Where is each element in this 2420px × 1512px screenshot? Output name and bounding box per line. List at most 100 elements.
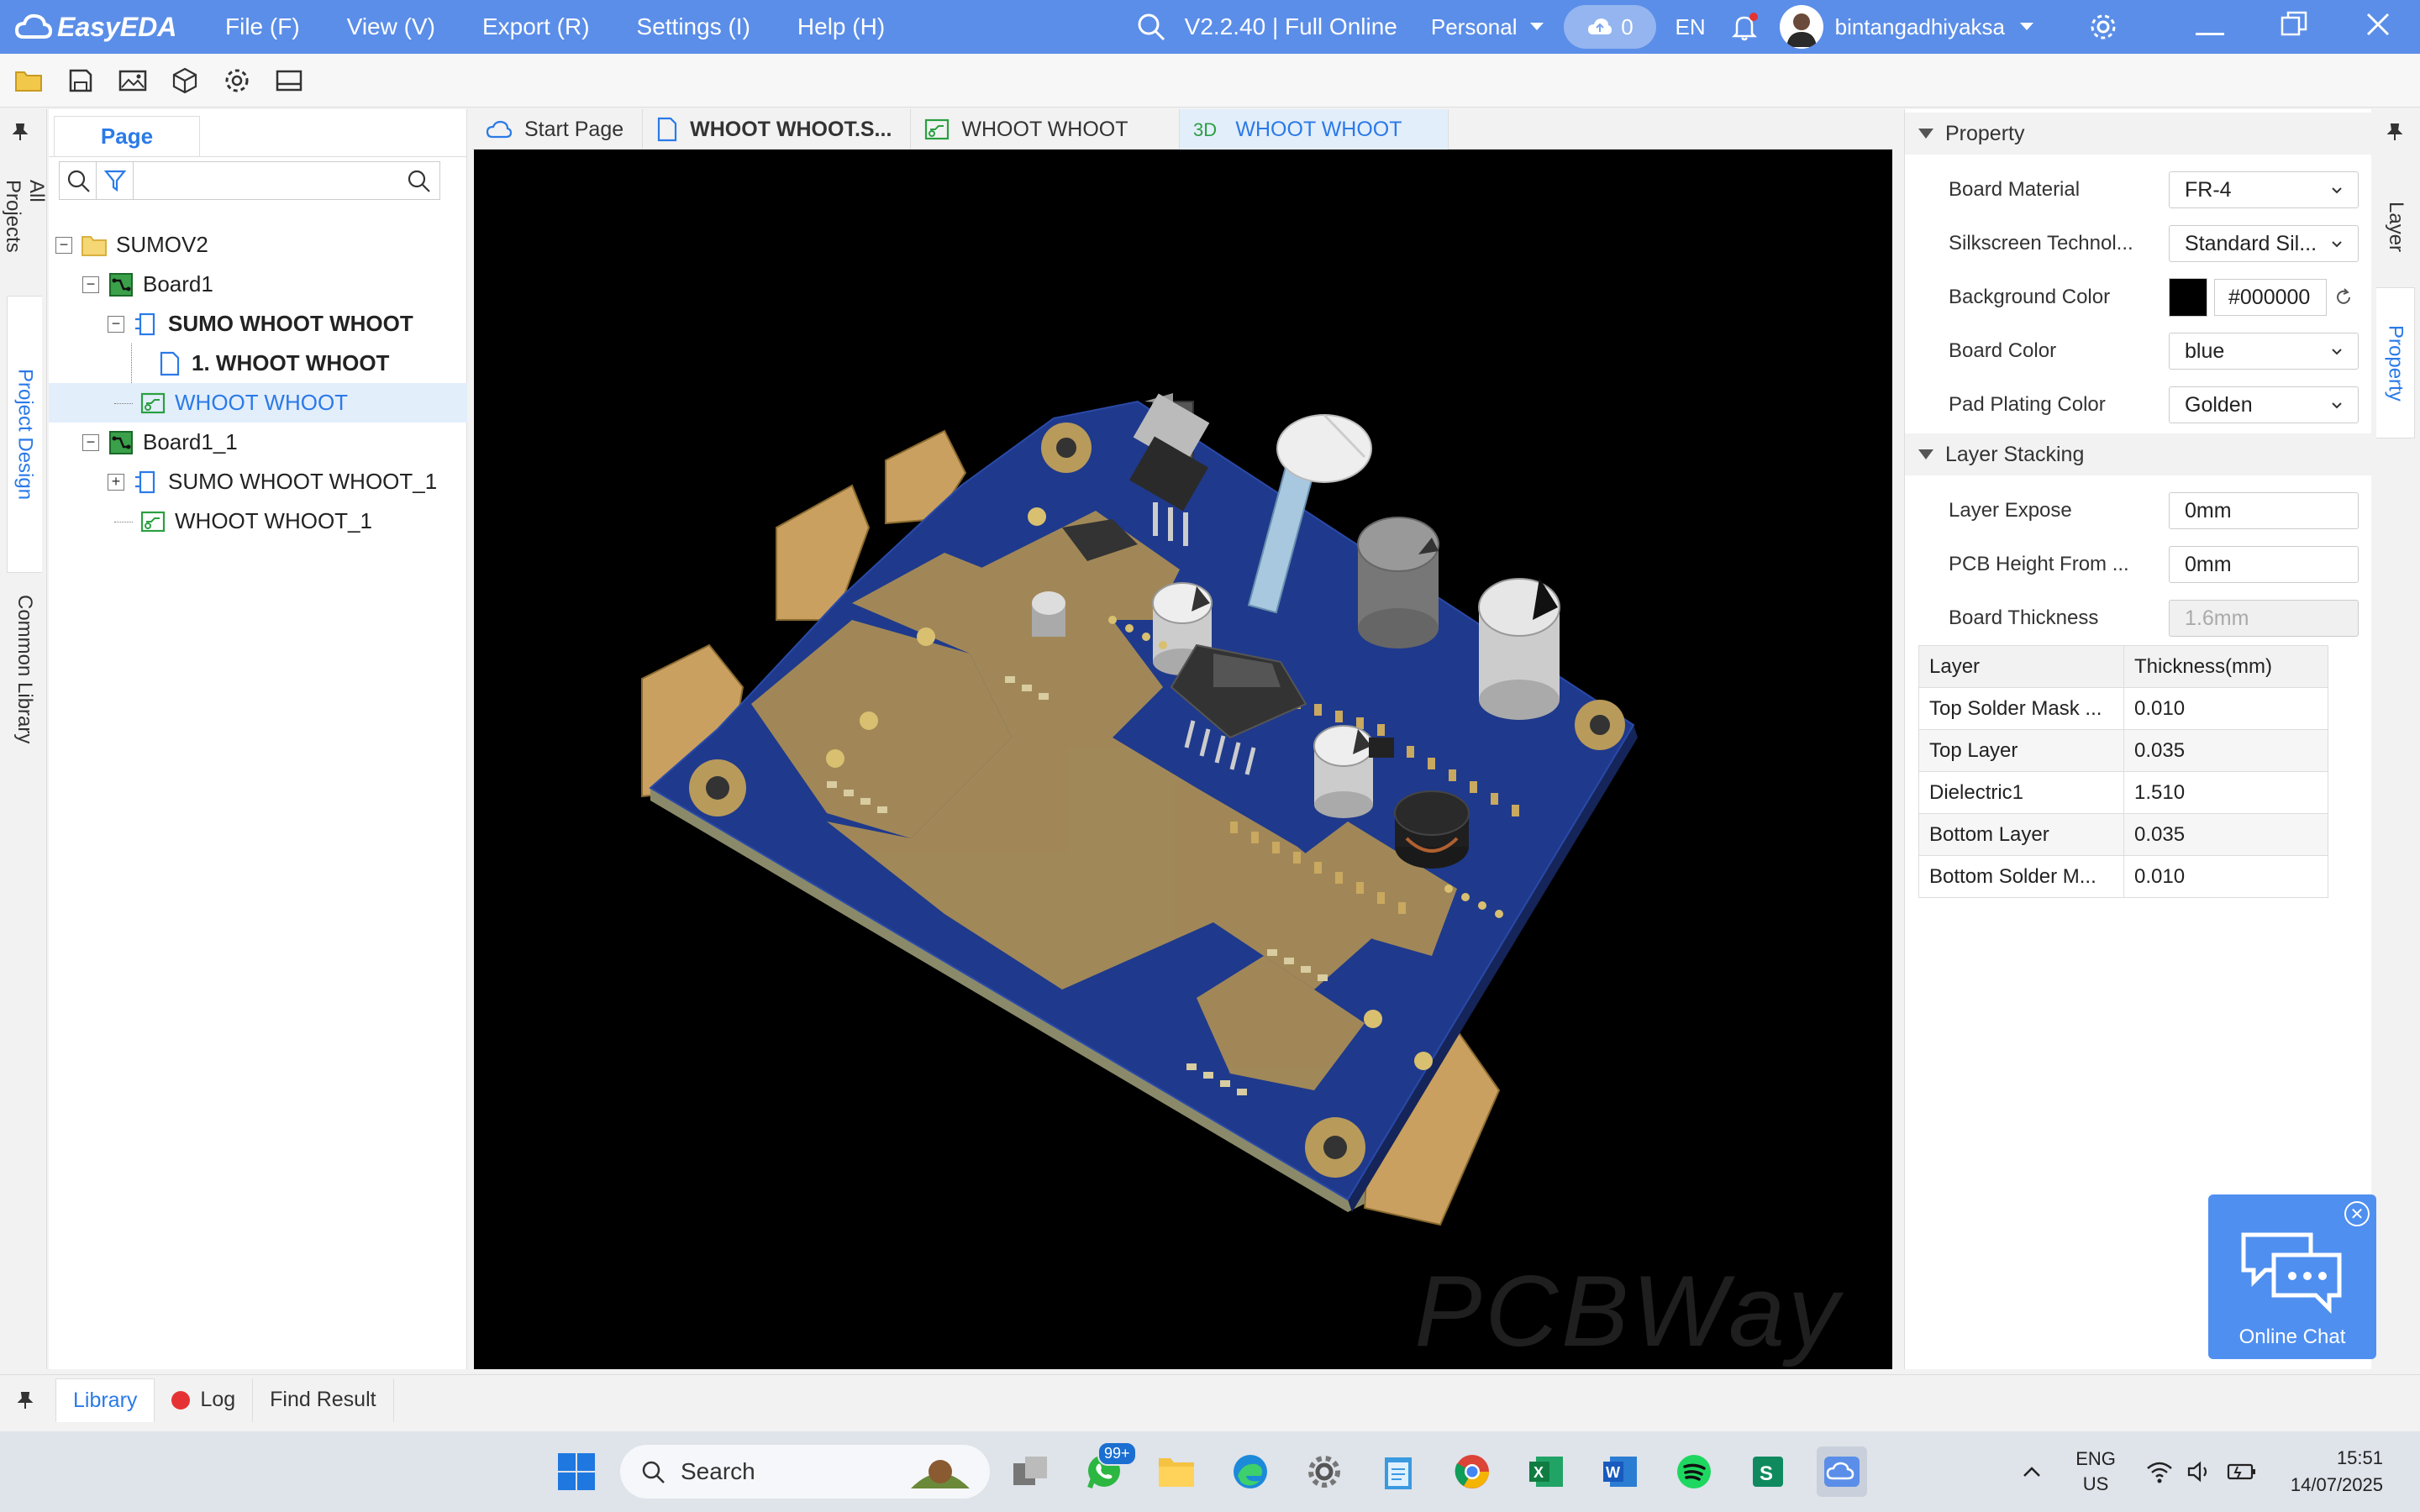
silkscreen-select[interactable]: Standard Sil... bbox=[2169, 225, 2359, 262]
language-switch[interactable]: EN bbox=[1675, 14, 1705, 40]
tab-pcb[interactable]: WHOOT WHOOT bbox=[911, 109, 1181, 150]
wifi-icon[interactable] bbox=[2146, 1460, 2173, 1483]
tab-project-design[interactable]: Project Design bbox=[7, 296, 42, 573]
tab-start-page[interactable]: Start Page bbox=[472, 109, 644, 150]
settings-gear-icon[interactable] bbox=[2089, 13, 2118, 41]
tab-3d-view[interactable]: 3D WHOOT WHOOT bbox=[1180, 109, 1449, 150]
board-thickness-input: 1.6mm bbox=[2169, 600, 2359, 637]
username[interactable]: bintangadhiyaksa bbox=[1835, 14, 2005, 40]
tab-schematic[interactable]: WHOOT WHOOT.S... bbox=[643, 109, 912, 150]
notification-bell-icon[interactable] bbox=[1729, 12, 1760, 42]
task-view-button[interactable] bbox=[1005, 1446, 1055, 1497]
menu-file[interactable]: File (F) bbox=[225, 13, 300, 40]
layer-name: Dielectric1 bbox=[1918, 771, 2124, 814]
excel-button[interactable]: X bbox=[1521, 1446, 1571, 1497]
restore-button[interactable] bbox=[2252, 11, 2336, 44]
table-row[interactable]: Bottom Layer 0.035 bbox=[1918, 813, 2328, 856]
collapse-triangle-icon bbox=[1918, 449, 1933, 459]
tab-find-result[interactable]: Find Result bbox=[253, 1378, 394, 1422]
tree-item-sumo-whoot-whoot-1[interactable]: + SUMO WHOOT WHOOT_1 bbox=[49, 462, 467, 501]
start-button[interactable] bbox=[551, 1446, 602, 1497]
board-color-select[interactable]: blue bbox=[2169, 333, 2359, 370]
easyeda-taskbar-button[interactable] bbox=[1817, 1446, 1867, 1497]
menu-settings[interactable]: Settings (I) bbox=[637, 13, 750, 40]
pin-icon[interactable] bbox=[2386, 123, 2403, 141]
open-folder-button[interactable] bbox=[10, 62, 47, 99]
chevron-up-icon[interactable] bbox=[2022, 1465, 2042, 1478]
tab-log[interactable]: Log bbox=[155, 1378, 254, 1422]
collapse-toggle[interactable]: − bbox=[55, 236, 72, 254]
table-row[interactable]: Dielectric1 1.510 bbox=[1918, 771, 2328, 814]
tab-page[interactable]: Page bbox=[54, 116, 200, 156]
tree-search-input[interactable] bbox=[134, 164, 406, 197]
menu-help[interactable]: Help (H) bbox=[797, 13, 885, 40]
section-layer-stacking[interactable]: Layer Stacking bbox=[1905, 433, 2371, 475]
image-icon bbox=[118, 70, 147, 91]
board-material-select[interactable]: FR-4 bbox=[2169, 171, 2359, 208]
pcb-height-input[interactable]: 0mm bbox=[2169, 546, 2359, 583]
pin-icon[interactable] bbox=[17, 1391, 34, 1410]
tab-common-library[interactable]: Common Library bbox=[7, 581, 42, 758]
word-button[interactable]: W bbox=[1595, 1446, 1645, 1497]
chrome-button[interactable] bbox=[1447, 1446, 1497, 1497]
close-button[interactable] bbox=[2336, 11, 2420, 44]
bottom-panel-toggle-button[interactable] bbox=[271, 62, 308, 99]
cloud-sync-button[interactable]: 0 bbox=[1564, 5, 1657, 49]
notepad-button[interactable] bbox=[1373, 1446, 1423, 1497]
tree-item-board1[interactable]: − Board1 bbox=[49, 265, 467, 304]
tree-item-whoot-whoot-pcb[interactable]: WHOOT WHOOT bbox=[49, 383, 467, 423]
chat-close-icon[interactable]: ✕ bbox=[2344, 1201, 2370, 1226]
layer-expose-input[interactable]: 0mm bbox=[2169, 492, 2359, 529]
section-property[interactable]: Property bbox=[1905, 113, 2371, 155]
whatsapp-button[interactable]: 99+ bbox=[1079, 1441, 1137, 1497]
collapse-toggle[interactable]: − bbox=[82, 276, 99, 293]
avatar[interactable] bbox=[1779, 5, 1823, 49]
tree-item-1-whoot-whoot[interactable]: 1. WHOOT WHOOT bbox=[49, 344, 467, 383]
expand-toggle[interactable]: + bbox=[108, 473, 124, 491]
tree-item-board1-1[interactable]: − Board1_1 bbox=[49, 423, 467, 462]
tree-item-whoot-whoot-1[interactable]: WHOOT WHOOT_1 bbox=[49, 501, 467, 541]
background-color-swatch[interactable] bbox=[2169, 278, 2207, 317]
tab-property[interactable]: Property bbox=[2376, 287, 2415, 438]
3d-model-button[interactable] bbox=[166, 62, 203, 99]
settings-app-button[interactable] bbox=[1299, 1446, 1349, 1497]
filter-button[interactable] bbox=[97, 162, 134, 199]
collapse-toggle[interactable]: − bbox=[82, 433, 99, 451]
input-language[interactable]: ENG US bbox=[2075, 1446, 2116, 1497]
menu-view[interactable]: View (V) bbox=[347, 13, 435, 40]
tab-all-projects[interactable]: All Projects bbox=[2, 168, 48, 286]
tree-item-sumo-whoot-whoot[interactable]: − SUMO WHOOT WHOOT bbox=[49, 304, 467, 344]
search-mode-button[interactable] bbox=[60, 162, 97, 199]
menu-export[interactable]: Export (R) bbox=[482, 13, 590, 40]
search-icon[interactable] bbox=[1136, 12, 1166, 42]
tree-item-sumov2[interactable]: − SUMOV2 bbox=[49, 225, 467, 265]
search-go-icon[interactable] bbox=[406, 168, 431, 193]
online-chat-button[interactable]: ✕ Online Chat bbox=[2208, 1194, 2376, 1359]
image-export-button[interactable] bbox=[114, 62, 151, 99]
collapse-toggle[interactable]: − bbox=[108, 315, 124, 333]
table-row[interactable]: Top Layer 0.035 bbox=[1918, 729, 2328, 772]
pin-icon[interactable] bbox=[12, 123, 29, 141]
battery-icon[interactable] bbox=[2227, 1462, 2257, 1482]
file-explorer-button[interactable] bbox=[1151, 1446, 1202, 1497]
sheets-button[interactable]: S bbox=[1743, 1446, 1793, 1497]
minimize-button[interactable] bbox=[2168, 11, 2252, 44]
reset-icon[interactable] bbox=[2333, 287, 2354, 307]
region-code: US bbox=[2082, 1473, 2109, 1494]
taskbar-search[interactable]: Search bbox=[620, 1445, 990, 1499]
save-button[interactable] bbox=[62, 62, 99, 99]
edge-browser-button[interactable] bbox=[1225, 1446, 1276, 1497]
table-row[interactable]: Bottom Solder M... 0.010 bbox=[1918, 855, 2328, 898]
table-row[interactable]: Top Solder Mask ... 0.010 bbox=[1918, 687, 2328, 730]
volume-icon[interactable] bbox=[2186, 1460, 2213, 1483]
spotify-button[interactable] bbox=[1669, 1446, 1719, 1497]
background-color-input[interactable]: #000000 bbox=[2214, 279, 2327, 316]
pad-plating-select[interactable]: Golden bbox=[2169, 386, 2359, 423]
workspace-dropdown[interactable]: Personal bbox=[1431, 14, 1546, 40]
clock[interactable]: 15:51 14/07/2025 bbox=[2291, 1445, 2383, 1499]
user-menu-chevron-icon[interactable] bbox=[2018, 21, 2035, 33]
3d-viewport[interactable]: PCBWay bbox=[474, 150, 1892, 1369]
tab-library[interactable]: Library bbox=[55, 1378, 155, 1422]
tab-layer[interactable]: Layer bbox=[2376, 176, 2415, 277]
preferences-button[interactable] bbox=[218, 62, 255, 99]
